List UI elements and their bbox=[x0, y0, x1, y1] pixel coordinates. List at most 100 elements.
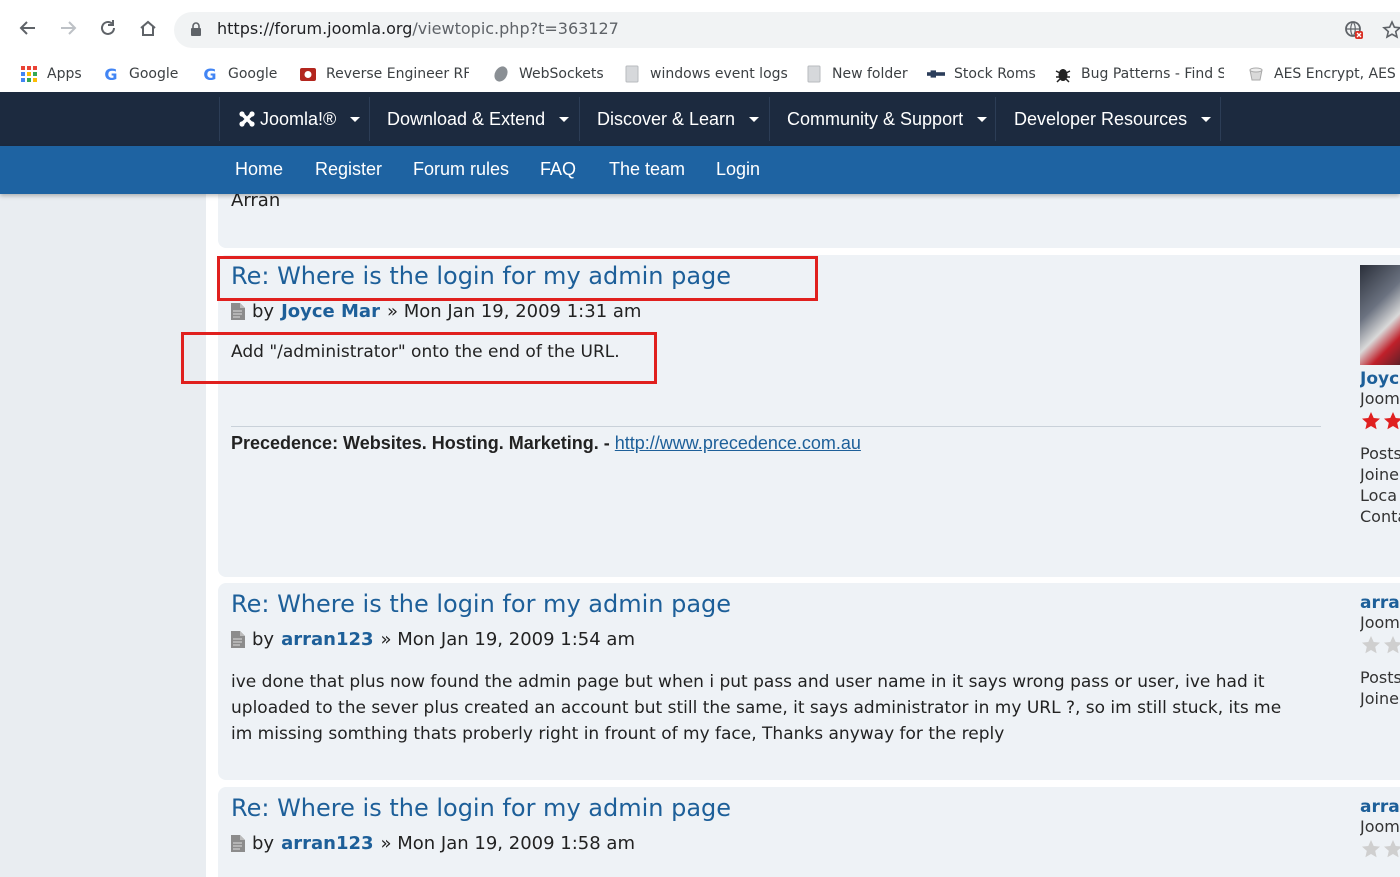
chevron-down-icon bbox=[977, 116, 988, 122]
bookmark-aes-encrypt[interactable]: AES Encrypt, AES D bbox=[1247, 61, 1400, 87]
bookmark-label: Google bbox=[228, 66, 278, 82]
bookmark-label: New folder bbox=[832, 66, 908, 82]
websockets-icon bbox=[492, 65, 510, 83]
joomla-logo-icon bbox=[238, 110, 256, 128]
nav-download-extend[interactable]: Download & Extend bbox=[387, 92, 570, 146]
bookmark-apps[interactable]: Apps bbox=[20, 61, 82, 87]
google-icon: G bbox=[203, 64, 217, 84]
nav-community-support[interactable]: Community & Support bbox=[787, 92, 988, 146]
forum-post: Re: Where is the login for my admin page… bbox=[218, 255, 1400, 577]
subnav-label: The team bbox=[609, 158, 686, 179]
bookmark-star-icon[interactable] bbox=[1382, 20, 1400, 44]
bookmark-bug-patterns[interactable]: Bug Patterns - Find S bbox=[1054, 61, 1224, 87]
post-meta: by arran123 » Mon Jan 19, 2009 1:54 am bbox=[231, 629, 635, 650]
aes-icon bbox=[1247, 65, 1265, 83]
subnav-the-team[interactable]: The team bbox=[609, 146, 685, 192]
address-bar[interactable]: https://forum.joomla.org/viewtopic.php?t… bbox=[174, 12, 1400, 48]
post-content-line: ive done that plus now found the admin p… bbox=[231, 672, 1265, 692]
back-button[interactable] bbox=[16, 16, 40, 40]
bookmark-google[interactable]: G Google bbox=[102, 61, 178, 87]
nav-discover-learn[interactable]: Discover & Learn bbox=[597, 92, 760, 146]
post-meta: by Joyce Mar » Mon Jan 19, 2009 1:31 am bbox=[231, 301, 641, 322]
forum-nav: Home Register Forum rules FAQ The team L… bbox=[0, 146, 1400, 194]
nav-brand-label: Joomla!® bbox=[260, 108, 337, 129]
post-date: » Mon Jan 19, 2009 1:58 am bbox=[380, 833, 635, 854]
post-content-line: uploaded to the sever plus created an ac… bbox=[231, 698, 1282, 718]
post-title[interactable]: Re: Where is the login for my admin page bbox=[231, 590, 731, 618]
bookmark-windows-event-logs[interactable]: windows event logs bbox=[623, 61, 788, 87]
bookmark-reverse-engineer[interactable]: Reverse Engineer RF bbox=[299, 61, 469, 87]
forward-button[interactable] bbox=[56, 16, 80, 40]
bookmark-new-folder[interactable]: New folder bbox=[805, 61, 908, 87]
post-document-icon[interactable] bbox=[231, 631, 245, 648]
nav-divider bbox=[369, 97, 370, 141]
post-signature: Precedence: Websites. Hosting. Marketing… bbox=[231, 433, 861, 454]
subnav-home[interactable]: Home bbox=[235, 146, 283, 192]
post-author-link[interactable]: Joyce Mar bbox=[281, 301, 380, 322]
post-content-line: im missing somthing thats proberly right… bbox=[231, 724, 1005, 744]
subnav-login[interactable]: Login bbox=[716, 146, 760, 192]
browser-toolbar: https://forum.joomla.org/viewtopic.php?t… bbox=[0, 0, 1400, 57]
site-settings-icon[interactable] bbox=[1344, 20, 1364, 44]
nav-label: Download & Extend bbox=[387, 108, 546, 129]
post-document-icon[interactable] bbox=[231, 303, 245, 320]
post-author-link[interactable]: arran123 bbox=[281, 833, 373, 854]
subnav-register[interactable]: Register bbox=[315, 146, 382, 192]
profile-rank-stars bbox=[1360, 410, 1400, 444]
profile-contact[interactable]: Conta bbox=[1360, 507, 1400, 528]
post-author-link[interactable]: arran123 bbox=[281, 629, 373, 650]
bookmark-label: Bug Patterns - Find S bbox=[1081, 66, 1224, 82]
home-icon bbox=[140, 20, 156, 36]
avatar[interactable] bbox=[1360, 265, 1400, 365]
signature-link[interactable]: http://www.precedence.com.au bbox=[615, 433, 861, 453]
profile-joined: Joine bbox=[1360, 465, 1399, 484]
forum-post: Re: Where is the login for my admin page… bbox=[218, 787, 1400, 877]
bookmark-label: Google bbox=[129, 66, 179, 82]
subnav-label: Home bbox=[235, 158, 284, 179]
post-by-label: by bbox=[252, 629, 275, 650]
subnav-forum-rules[interactable]: Forum rules bbox=[413, 146, 509, 192]
bookmark-stock-roms[interactable]: Stock Roms bbox=[927, 61, 1036, 87]
post-date: » Mon Jan 19, 2009 1:31 am bbox=[386, 301, 642, 322]
page-icon bbox=[805, 65, 823, 83]
highlight-box-answer bbox=[181, 332, 657, 384]
google-icon: G bbox=[104, 64, 118, 84]
post-date: » Mon Jan 19, 2009 1:54 am bbox=[380, 629, 635, 650]
home-button[interactable] bbox=[136, 16, 160, 40]
post-by-label: by bbox=[252, 833, 275, 854]
post-content: ive done that plus now found the admin p… bbox=[231, 669, 1281, 747]
profile-joined: Joine bbox=[1360, 689, 1399, 708]
post-profile: arran Joom bbox=[1360, 797, 1400, 877]
nav-joomla-brand[interactable]: Joomla!® bbox=[238, 92, 361, 146]
chevron-down-icon bbox=[749, 116, 760, 122]
subnav-label: FAQ bbox=[540, 158, 577, 179]
site-main-nav: Joomla!® Download & Extend Discover & Le… bbox=[0, 92, 1400, 146]
profile-username[interactable]: arran bbox=[1360, 593, 1400, 613]
subnav-faq[interactable]: FAQ bbox=[540, 146, 576, 192]
nav-label: Community & Support bbox=[787, 108, 964, 129]
chevron-down-icon bbox=[1201, 116, 1212, 122]
nav-developer-resources[interactable]: Developer Resources bbox=[1014, 92, 1212, 146]
bookmarks-bar: Apps G Google G Google Reverse Engineer … bbox=[0, 56, 1400, 93]
post-title[interactable]: Re: Where is the login for my admin page bbox=[231, 794, 731, 822]
url-text: https://forum.joomla.org/viewtopic.php?t… bbox=[217, 19, 619, 38]
bookmark-label: Apps bbox=[47, 66, 82, 82]
profile-rank: Joom bbox=[1360, 389, 1400, 408]
bookmark-label: Stock Roms bbox=[954, 66, 1036, 82]
page-gutter bbox=[0, 194, 206, 877]
profile-rank-stars bbox=[1360, 838, 1400, 872]
bookmark-google[interactable]: G Google bbox=[201, 61, 277, 87]
reverse-engineer-icon bbox=[299, 65, 317, 83]
bookmark-websockets[interactable]: WebSockets bbox=[492, 61, 604, 87]
reload-button[interactable] bbox=[96, 16, 120, 40]
profile-username[interactable]: arran bbox=[1360, 797, 1400, 817]
profile-posts: Posts bbox=[1360, 444, 1400, 463]
signature-divider bbox=[231, 426, 1321, 427]
page-icon bbox=[623, 65, 641, 83]
bookmark-label: WebSockets bbox=[519, 66, 604, 82]
profile-username[interactable]: Joyc bbox=[1360, 369, 1400, 389]
subnav-label: Register bbox=[315, 158, 383, 179]
post-document-icon[interactable] bbox=[231, 835, 245, 852]
subnav-label: Login bbox=[716, 158, 761, 179]
profile-location: Loca bbox=[1360, 486, 1398, 505]
